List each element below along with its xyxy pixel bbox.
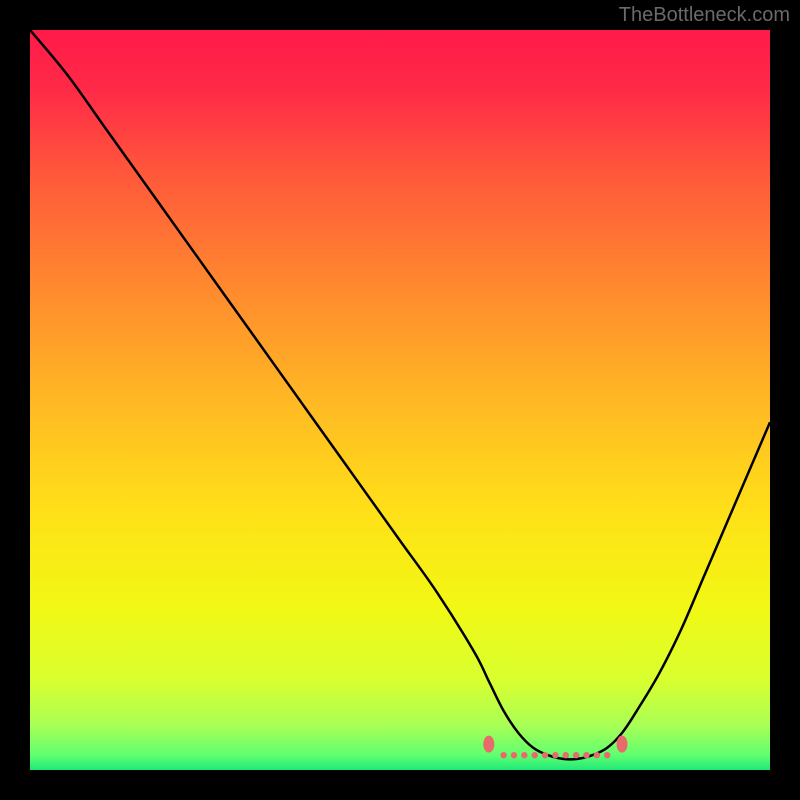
optimal-zone-dots — [500, 752, 610, 758]
watermark-text: TheBottleneck.com — [619, 4, 790, 27]
bottleneck-curve-line — [30, 30, 770, 759]
bottleneck-curve-svg — [30, 30, 770, 770]
chart-plot-area — [30, 30, 770, 770]
